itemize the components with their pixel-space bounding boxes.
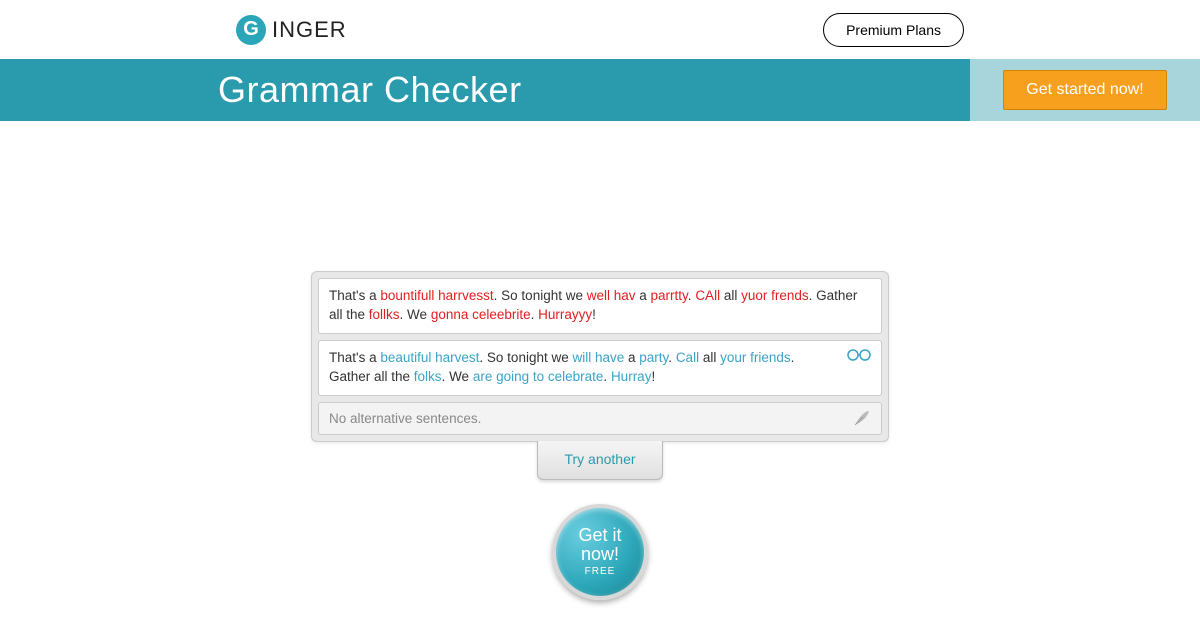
error-segment: yuor frends	[741, 288, 809, 303]
error-segment: gonna celeebrite	[431, 307, 531, 322]
correction-segment: party	[639, 350, 668, 365]
brand-logo[interactable]: G INGER	[236, 15, 347, 45]
error-segment: well hav	[587, 288, 636, 303]
error-segment: Hurrayyy	[538, 307, 592, 322]
original-text-box[interactable]: That's a bountifull harrvesst. So tonigh…	[318, 278, 882, 334]
text-segment: . So tonight we	[494, 288, 587, 303]
glasses-icon[interactable]	[847, 347, 871, 367]
page-title: Grammar Checker	[218, 69, 522, 111]
grammar-checker-panel: That's a bountifull harrvesst. So tonigh…	[311, 271, 889, 442]
text-segment: That's a	[329, 288, 380, 303]
text-segment: a	[636, 288, 651, 303]
correction-segment: folks	[414, 369, 442, 384]
feather-icon	[853, 409, 871, 430]
get-it-line2: now!	[581, 545, 619, 564]
try-another-button[interactable]: Try another	[537, 441, 662, 480]
brand-logo-text: INGER	[272, 17, 347, 43]
text-segment: . So tonight we	[479, 350, 572, 365]
error-segment: parrtty	[651, 288, 688, 303]
text-segment: !	[651, 369, 655, 384]
text-segment: all	[699, 350, 720, 365]
correction-segment: will have	[572, 350, 624, 365]
text-segment: That's a	[329, 350, 380, 365]
error-segment: bountifull harrvesst	[380, 288, 493, 303]
text-segment: all	[720, 288, 741, 303]
correction-segment: are going to celebrate	[473, 369, 604, 384]
get-it-now-button[interactable]: Get it now! FREE	[552, 504, 648, 600]
brand-logo-icon: G	[236, 15, 266, 45]
error-segment: CAll	[695, 288, 720, 303]
get-it-sub: FREE	[585, 566, 616, 577]
text-segment: . We	[400, 307, 431, 322]
correction-segment: beautiful harvest	[380, 350, 479, 365]
alternative-text: No alternative sentences.	[329, 411, 481, 426]
error-segment: follks	[369, 307, 400, 322]
hero-cta-panel: Get started now!	[970, 59, 1200, 121]
get-it-line1: Get it	[578, 526, 621, 545]
text-segment: .	[668, 350, 676, 365]
alternative-sentences-box: No alternative sentences.	[318, 402, 882, 435]
text-segment: !	[592, 307, 596, 322]
text-segment: .	[603, 369, 611, 384]
correction-segment: Call	[676, 350, 699, 365]
corrected-text-box[interactable]: That's a beautiful harvest. So tonight w…	[318, 340, 882, 396]
premium-plans-button[interactable]: Premium Plans	[823, 13, 964, 47]
get-started-button[interactable]: Get started now!	[1003, 70, 1166, 110]
text-segment: . We	[442, 369, 473, 384]
correction-segment: your friends	[720, 350, 791, 365]
correction-segment: Hurray	[611, 369, 652, 384]
hero-banner: Grammar Checker Get started now!	[0, 59, 1200, 121]
text-segment: a	[624, 350, 639, 365]
